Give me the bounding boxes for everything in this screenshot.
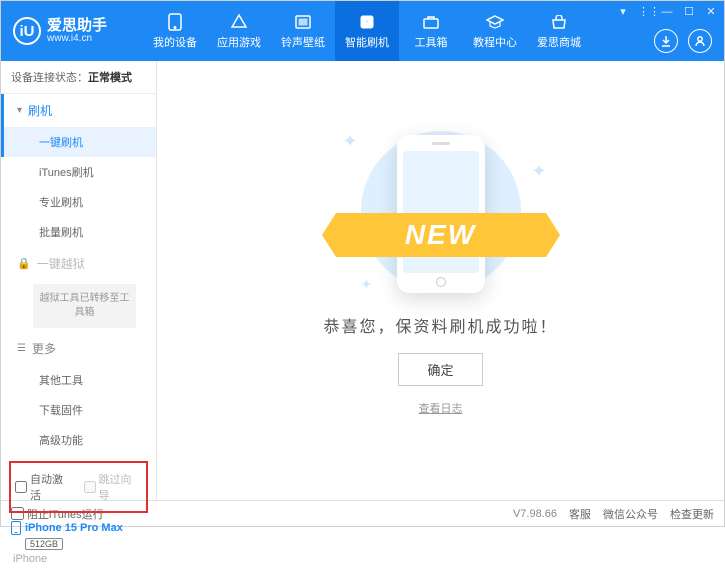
version-label: V7.98.66 [513,508,557,520]
maximize-icon[interactable]: ☐ [682,5,696,18]
sidebar-item-download-firmware[interactable]: 下载固件 [1,395,156,425]
sidebar-item-batch-flash[interactable]: 批量刷机 [1,217,156,247]
success-message: 恭喜您，保资料刷机成功啦！ [323,313,557,337]
store-icon [549,13,569,31]
user-button[interactable] [688,29,712,53]
flash-icon [357,13,377,31]
ribbon-text: NEW [331,213,551,257]
sidebar: 设备连接状态：正常模式 ▾ 刷机 一键刷机 iTunes刷机 专业刷机 批量刷机… [1,61,157,500]
nav-smart-flash[interactable]: 智能刷机 [335,1,399,61]
view-log-link[interactable]: 查看日志 [419,400,463,416]
device-info: iPhone 15 Pro Max 512GB iPhone [1,517,156,571]
titlebar-controls: ▾ ⋮⋮ — ☐ ✕ [616,5,718,18]
logo-icon: iU [13,17,41,45]
device-icon [11,521,21,535]
phone-icon [165,13,185,31]
jailbreak-note: 越狱工具已转移至工具箱 [33,284,136,328]
app-subtitle: www.i4.cn [47,33,107,45]
connection-status: 设备连接状态：正常模式 [1,61,156,94]
nav-apps-games[interactable]: 应用游戏 [207,1,271,61]
wallpaper-icon [293,13,313,31]
sidebar-item-advanced[interactable]: 高级功能 [1,425,156,455]
lock-icon: 🔒 [17,257,31,270]
sidebar-section-more[interactable]: ☰ 更多 [1,332,156,365]
minimize-icon[interactable]: — [660,6,674,18]
nav-my-device[interactable]: 我的设备 [143,1,207,61]
close-icon[interactable]: ✕ [704,5,718,18]
sidebar-section-jailbreak[interactable]: 🔒 一键越狱 [1,247,156,280]
main-content: ✦✦✦ NEW 恭喜您，保资料刷机成功啦！ 确定 查看日志 [157,61,724,500]
apps-icon [229,13,249,31]
sidebar-item-one-key-flash[interactable]: 一键刷机 [1,127,156,157]
sidebar-item-pro-flash[interactable]: 专业刷机 [1,187,156,217]
ok-button[interactable]: 确定 [398,353,482,386]
checkbox-skip-setup[interactable]: 跳过向导 [84,471,143,503]
list-icon: ☰ [17,343,26,354]
chevron-down-icon: ▾ [17,105,22,116]
status-wechat[interactable]: 微信公众号 [603,506,658,522]
grid-icon[interactable]: ⋮⋮ [638,5,652,18]
status-update[interactable]: 检查更新 [670,506,714,522]
nav-ringtones[interactable]: 铃声壁纸 [271,1,335,61]
download-button[interactable] [654,29,678,53]
sidebar-item-itunes-flash[interactable]: iTunes刷机 [1,157,156,187]
device-name[interactable]: iPhone 15 Pro Max [11,521,146,535]
checkbox-auto-activate[interactable]: 自动激活 [15,471,74,503]
graduation-icon [485,13,505,31]
nav-toolbox[interactable]: 工具箱 [399,1,463,61]
app-logo: iU 爱思助手 www.i4.cn [1,17,143,45]
nav-tutorials[interactable]: 教程中心 [463,1,527,61]
menu-icon[interactable]: ▾ [616,5,630,18]
options-box: 自动激活 跳过向导 [9,461,148,513]
sidebar-item-other-tools[interactable]: 其他工具 [1,365,156,395]
toolbox-icon [421,13,441,31]
status-kefu[interactable]: 客服 [569,506,591,522]
main-nav: 我的设备 应用游戏 铃声壁纸 智能刷机 工具箱 教程中心 爱思商城 [143,1,591,61]
device-brand: iPhone [13,553,146,565]
nav-store[interactable]: 爱思商城 [527,1,591,61]
app-header: iU 爱思助手 www.i4.cn 我的设备 应用游戏 铃声壁纸 智能刷机 工具… [1,1,724,61]
device-storage: 512GB [25,538,63,550]
success-illustration: ✦✦✦ NEW [331,121,551,301]
app-title: 爱思助手 [47,18,107,33]
sidebar-section-flash[interactable]: ▾ 刷机 [1,94,156,127]
